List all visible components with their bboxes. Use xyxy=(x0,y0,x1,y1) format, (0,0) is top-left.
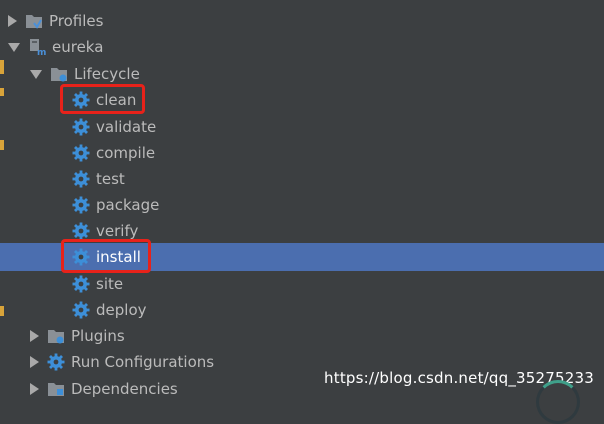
collapse-arrow-icon[interactable] xyxy=(30,69,42,79)
lifecycle-goal-install[interactable]: install xyxy=(0,243,604,271)
lifecycle-goal-test[interactable]: test xyxy=(0,166,604,192)
lifecycle-folder-icon xyxy=(51,68,67,82)
tree-node-label: Lifecycle xyxy=(74,65,140,83)
lifecycle-goal-compile[interactable]: compile xyxy=(0,140,604,166)
gear-icon xyxy=(72,196,90,214)
goal-label: install xyxy=(96,248,141,266)
tree-node-profiles[interactable]: Profiles xyxy=(0,8,604,34)
maven-projects-tree: Profiles m eureka Lifecycle clean valida… xyxy=(0,0,604,424)
loading-ring-icon xyxy=(536,380,580,424)
goal-label: clean xyxy=(96,91,137,109)
expand-arrow-icon[interactable] xyxy=(30,330,39,342)
gear-icon xyxy=(72,118,90,136)
gear-icon xyxy=(72,275,90,293)
lifecycle-goal-package[interactable]: package xyxy=(0,192,604,218)
svg-text:m: m xyxy=(37,48,46,56)
tree-node-label: Plugins xyxy=(71,327,125,345)
goal-label: compile xyxy=(96,144,156,162)
tree-node-label: Run Configurations xyxy=(71,353,215,371)
expand-arrow-icon[interactable] xyxy=(30,383,39,395)
goal-label: test xyxy=(96,170,125,188)
tree-node-label: eureka xyxy=(52,38,104,56)
collapse-arrow-icon[interactable] xyxy=(8,42,20,52)
lifecycle-goal-site[interactable]: site xyxy=(0,271,604,297)
tree-node-plugins[interactable]: Plugins xyxy=(0,323,604,349)
gear-icon xyxy=(72,170,90,188)
expand-arrow-icon[interactable] xyxy=(8,15,17,27)
expand-arrow-icon[interactable] xyxy=(30,356,39,368)
dependencies-folder-icon xyxy=(48,383,64,396)
run-config-gear-icon xyxy=(47,353,65,371)
editor-edge-marker xyxy=(0,88,4,96)
tree-node-project[interactable]: m eureka xyxy=(0,34,604,60)
gear-icon xyxy=(72,301,90,319)
maven-module-icon: m xyxy=(30,39,46,56)
tree-node-label: Dependencies xyxy=(71,380,178,398)
editor-edge-marker xyxy=(0,140,4,150)
goal-label: verify xyxy=(96,222,139,240)
lifecycle-goal-clean[interactable]: clean xyxy=(0,87,604,113)
goal-label: site xyxy=(96,275,124,293)
gear-icon xyxy=(72,91,90,109)
gear-icon xyxy=(72,248,90,266)
lifecycle-goal-validate[interactable]: validate xyxy=(0,114,604,140)
goal-label: package xyxy=(96,196,160,214)
editor-edge-marker xyxy=(0,306,4,316)
gear-icon xyxy=(72,222,90,240)
tree-node-lifecycle[interactable]: Lifecycle xyxy=(0,61,604,87)
goal-label: deploy xyxy=(96,301,147,319)
plugins-folder-icon xyxy=(48,330,64,344)
editor-edge-marker xyxy=(0,60,4,74)
goal-label: validate xyxy=(96,118,157,136)
gear-icon xyxy=(72,144,90,162)
lifecycle-goal-verify[interactable]: verify xyxy=(0,218,604,244)
profiles-folder-icon xyxy=(26,15,42,29)
tree-node-label: Profiles xyxy=(49,12,104,30)
lifecycle-goal-deploy[interactable]: deploy xyxy=(0,297,604,323)
